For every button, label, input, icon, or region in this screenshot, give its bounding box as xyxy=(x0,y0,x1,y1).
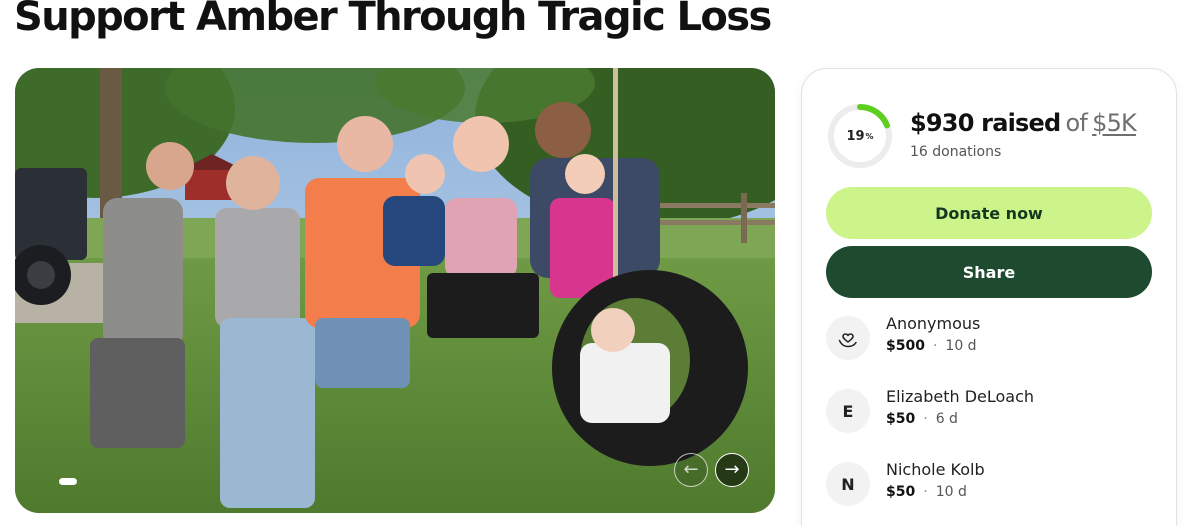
raised-summary: $930 raised of $5K xyxy=(910,109,1137,137)
page-title: Support Amber Through Tragic Loss xyxy=(14,0,772,40)
meta-separator: · xyxy=(923,411,928,427)
donation-time: 6 d xyxy=(935,411,958,427)
donor-name: Elizabeth DeLoach xyxy=(886,387,1035,406)
donation-list-item: E Elizabeth DeLoach $50 · 6 d xyxy=(826,387,1156,435)
donation-card: 19% $930 raised of $5K 16 donations Dona… xyxy=(801,68,1177,526)
progress-percent-symbol: % xyxy=(865,131,874,141)
donation-list-item: N Nichole Kolb $50 · 10 d xyxy=(826,460,1156,508)
donation-amount: $500 xyxy=(886,338,925,354)
donor-name: Anonymous xyxy=(886,314,981,333)
donor-avatar: N xyxy=(826,462,870,506)
donation-time: 10 d xyxy=(945,338,977,354)
gallery-next-button[interactable]: → xyxy=(715,453,749,487)
donor-meta: $500 · 10 d xyxy=(886,338,977,354)
donor-avatar xyxy=(826,316,870,360)
donation-amount: $50 xyxy=(886,484,916,500)
progress-percent-value: 19 xyxy=(846,128,865,144)
donation-count: 16 donations xyxy=(910,144,1002,160)
gallery-dot-active[interactable] xyxy=(59,478,77,485)
progress-percent: 19% xyxy=(826,102,894,170)
donation-amount: $50 xyxy=(886,411,916,427)
family-photo-illustration xyxy=(15,68,775,513)
arrow-right-icon: → xyxy=(724,459,740,480)
raised-of-label: of xyxy=(1065,109,1087,137)
donation-list-item: Anonymous $500 · 10 d xyxy=(826,314,1156,362)
donor-avatar: E xyxy=(826,389,870,433)
donation-time: 10 d xyxy=(935,484,967,500)
share-button[interactable]: Share xyxy=(826,246,1152,298)
progress-ring: 19% xyxy=(826,102,894,170)
gallery-pagination[interactable] xyxy=(59,478,77,485)
donor-meta: $50 · 10 d xyxy=(886,484,967,500)
goal-amount-link[interactable]: $5K xyxy=(1092,109,1137,137)
meta-separator: · xyxy=(932,338,938,354)
donor-meta: $50 · 6 d xyxy=(886,411,958,427)
arrow-left-icon: ← xyxy=(683,459,699,480)
heart-hand-icon xyxy=(838,333,857,348)
donor-name: Nichole Kolb xyxy=(886,460,985,479)
donate-now-button[interactable]: Donate now xyxy=(826,187,1152,239)
raised-amount: $930 raised xyxy=(910,109,1061,137)
meta-separator: · xyxy=(923,484,928,500)
gallery-prev-button[interactable]: ← xyxy=(674,453,708,487)
campaign-photo[interactable]: ← → xyxy=(15,68,775,513)
